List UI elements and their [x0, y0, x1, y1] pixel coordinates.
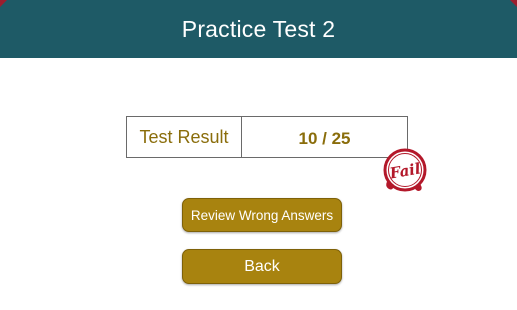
- header-corner-accent-left: [0, 0, 7, 7]
- test-result-box: Test Result 10 / 25: [126, 116, 408, 158]
- test-result-label: Test Result: [127, 117, 242, 157]
- review-wrong-answers-button[interactable]: Review Wrong Answers: [182, 198, 342, 232]
- header-bar: Practice Test 2: [0, 0, 517, 58]
- header-corner-accent-right: [510, 0, 517, 7]
- back-button[interactable]: Back: [182, 249, 342, 284]
- page-title: Practice Test 2: [181, 15, 336, 42]
- fail-stamp-icon: Fail: [383, 148, 427, 192]
